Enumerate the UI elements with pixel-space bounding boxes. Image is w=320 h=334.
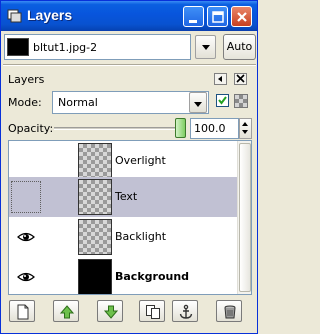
opacity-input[interactable]: 100.0: [190, 118, 239, 139]
layer-row-selected[interactable]: Text: [9, 177, 237, 217]
new-layer-icon: [17, 304, 29, 320]
opacity-spin-button[interactable]: [239, 118, 252, 139]
image-dropdown-button[interactable]: [195, 35, 216, 59]
minimize-button[interactable]: [183, 6, 204, 27]
duplicate-layer-icon: [146, 305, 160, 319]
layer-thumbnail: [78, 179, 112, 215]
layer-list-scrollbar[interactable]: [237, 141, 251, 294]
opacity-value: 100.0: [194, 122, 226, 135]
maximize-icon: [212, 11, 224, 23]
close-button[interactable]: [231, 6, 252, 27]
x-icon: [236, 74, 245, 83]
minimize-icon: [189, 20, 197, 23]
opacity-slider-thumb[interactable]: [175, 118, 186, 138]
visibility-toggle[interactable]: [11, 261, 41, 293]
layer-thumbnail: [78, 219, 112, 255]
layers-app-icon: [7, 9, 22, 23]
eye-icon: [17, 232, 35, 242]
new-layer-button[interactable]: [9, 300, 35, 322]
layer-row[interactable]: Background: [9, 257, 237, 294]
close-icon: [237, 12, 247, 22]
window-title: Layers: [27, 7, 73, 23]
layers-window: Layers bltut1.jpg-2 Auto Layers Mode: No…: [0, 0, 258, 334]
checkmark-icon: [218, 96, 227, 105]
layer-row[interactable]: Backlight: [9, 217, 237, 257]
layer-toolbar: [8, 300, 252, 324]
image-thumbnail: [7, 38, 29, 56]
lower-layer-button[interactable]: [97, 300, 123, 322]
separator: [3, 64, 256, 66]
opacity-slider-track[interactable]: [54, 127, 179, 130]
mode-dropdown-button[interactable]: [189, 92, 207, 113]
mode-value: Normal: [58, 96, 98, 109]
eye-icon: [17, 272, 35, 282]
image-name: bltut1.jpg-2: [33, 41, 98, 54]
layer-name: Background: [115, 270, 190, 283]
auto-button[interactable]: Auto: [223, 34, 256, 60]
image-selector[interactable]: bltut1.jpg-2: [4, 34, 191, 60]
layer-name: Text: [115, 190, 138, 203]
anchor-layer-icon: [179, 304, 193, 319]
delete-layer-icon: [224, 305, 236, 319]
mode-label: Mode:: [8, 96, 42, 109]
layer-thumbnail: [78, 259, 112, 294]
dock-title: Layers: [8, 73, 45, 86]
visibility-toggle[interactable]: [11, 221, 41, 253]
scrollbar-thumb[interactable]: [239, 143, 251, 292]
layer-list[interactable]: Overlight Text Backlight Background: [8, 140, 252, 295]
layer-thumbnail: [78, 143, 112, 179]
lock-alpha-checkbox[interactable]: [216, 94, 229, 107]
layer-row[interactable]: Overlight: [9, 141, 237, 181]
layer-name: Backlight: [115, 230, 167, 243]
title-bar[interactable]: Layers: [1, 1, 257, 31]
mode-select[interactable]: Normal: [52, 91, 209, 114]
dock-menu-icon[interactable]: [214, 73, 227, 85]
visibility-toggle[interactable]: [11, 145, 41, 177]
layer-name: Overlight: [115, 154, 166, 167]
dock-close-icon[interactable]: [234, 73, 247, 85]
raise-layer-button[interactable]: [53, 300, 79, 322]
visibility-toggle[interactable]: [11, 181, 41, 213]
anchor-layer-button[interactable]: [172, 300, 198, 322]
delete-layer-button[interactable]: [216, 300, 242, 322]
raise-layer-icon: [59, 305, 75, 319]
opacity-label: Opacity:: [8, 122, 54, 135]
duplicate-layer-button[interactable]: [139, 300, 165, 322]
lock-alpha-icon: [234, 94, 248, 108]
maximize-button[interactable]: [207, 6, 228, 27]
lower-layer-icon: [103, 305, 119, 319]
